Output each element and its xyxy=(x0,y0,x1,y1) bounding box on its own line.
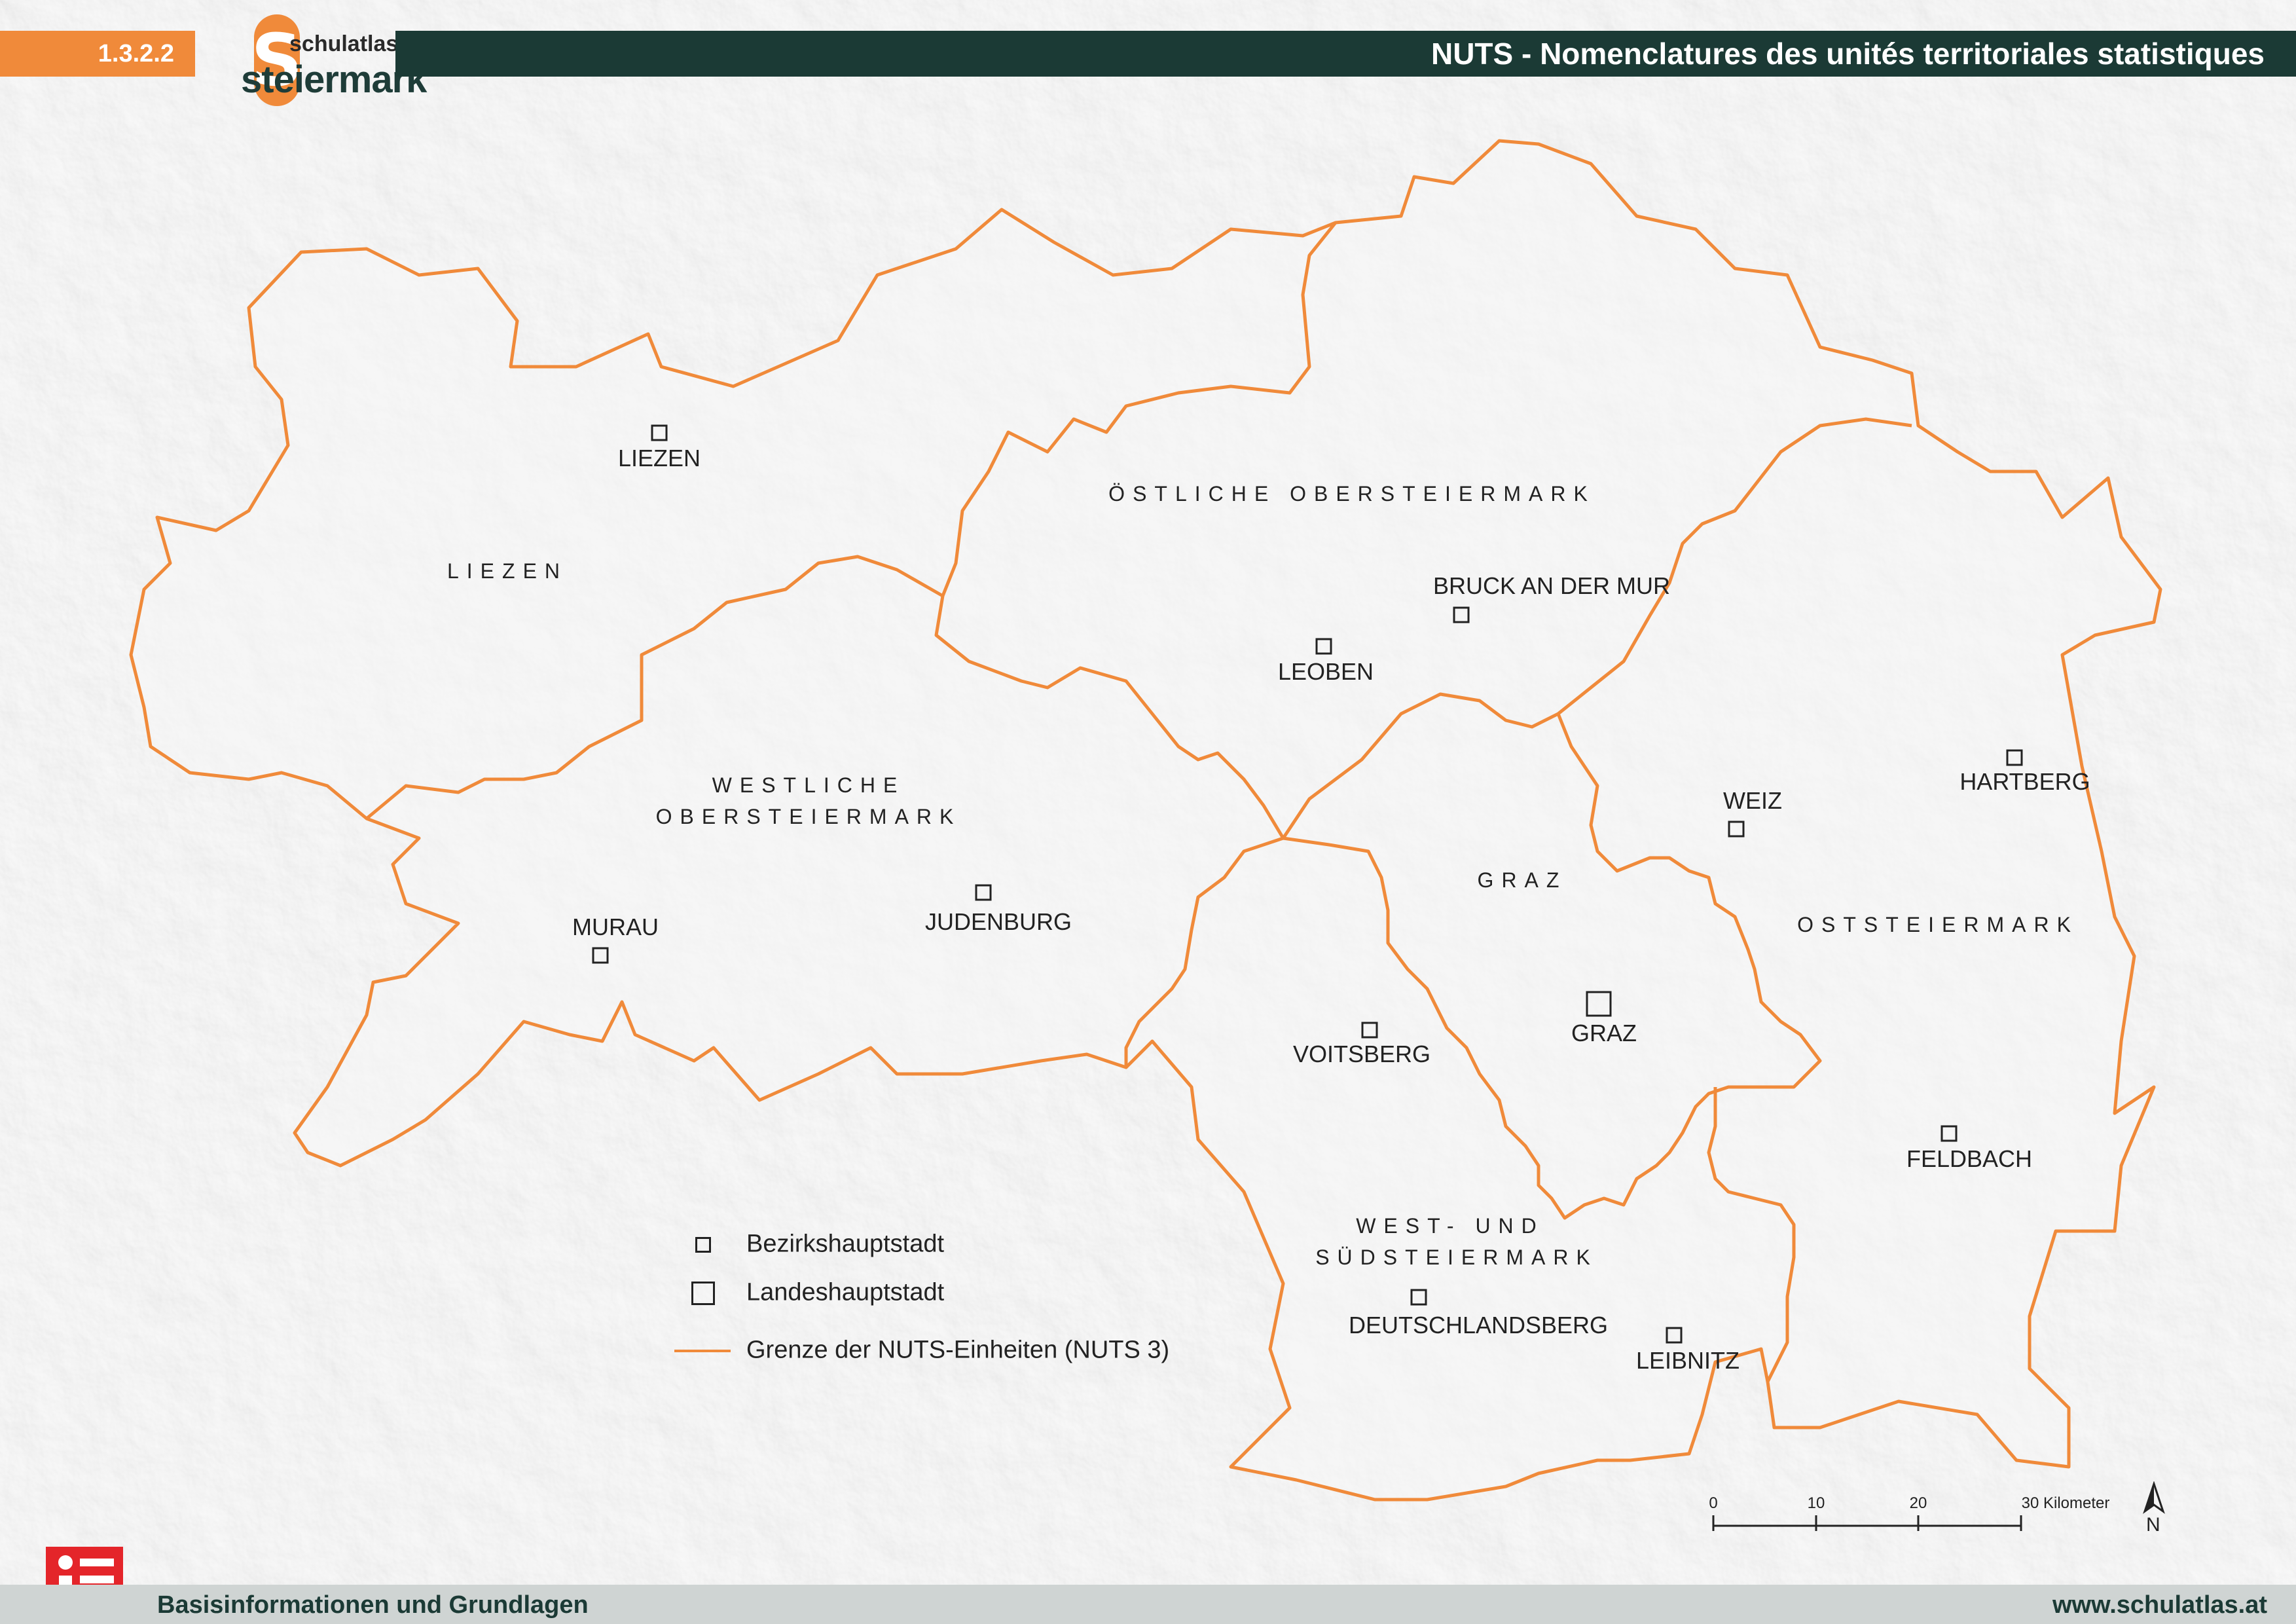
legend-row-border: Grenze der NUTS-Einheiten (NUTS 3) xyxy=(674,1336,1169,1364)
legend-district-label: Bezirkshauptstadt xyxy=(746,1230,945,1257)
schulatlas-logo: S schulatlas steiermark xyxy=(241,14,427,106)
legend-capital-icon xyxy=(691,1281,715,1305)
legend-border-line-icon xyxy=(674,1349,731,1352)
region-label-liezen: LIEZEN xyxy=(447,559,568,583)
city-label-judenburg: JUDENBURG xyxy=(925,908,1072,935)
city-label-deutschlandsberg: DEUTSCHLANDSBERG xyxy=(1349,1312,1608,1338)
region-label-west-und: WEST- UND xyxy=(1356,1214,1544,1238)
logo-text-top: schulatlas xyxy=(289,31,399,56)
page-title-text: NUTS - Nomenclatures des unités territor… xyxy=(1430,37,2265,71)
city-label-leoben: LEOBEN xyxy=(1278,658,1374,685)
region-label-oestliche-obersteiermark: ÖSTLICHE OBERSTEIERMARK xyxy=(1108,482,1595,506)
city-label-leibnitz: LEIBNITZ xyxy=(1636,1347,1740,1374)
footer-category: Basisinformationen und Grundlagen xyxy=(157,1591,589,1619)
city-label-bruck: BRUCK AN DER MUR xyxy=(1433,572,1670,599)
scale-tick-20: 20 xyxy=(1910,1494,1927,1512)
page-title: NUTS - Nomenclatures des unités territor… xyxy=(395,31,2296,77)
city-label-graz: GRAZ xyxy=(1571,1020,1637,1046)
map: LIEZEN ÖSTLICHE OBERSTEIERMARK WESTLICHE… xyxy=(0,0,2296,1624)
region-label-westliche: WESTLICHE xyxy=(712,773,905,797)
north-arrow: N xyxy=(2141,1481,2167,1536)
north-arrow-icon xyxy=(2143,1481,2165,1514)
region-label-suedsteiermark: SÜDSTEIERMARK xyxy=(1315,1246,1598,1269)
city-label-voitsberg: VOITSBERG xyxy=(1293,1041,1430,1067)
scale-tick-30: 30 Kilometer xyxy=(2022,1494,2110,1512)
region-label-graz: GRAZ xyxy=(1478,868,1567,892)
city-label-hartberg: HARTBERG xyxy=(1959,768,2090,795)
city-label-feldbach: FELDBACH xyxy=(1906,1145,2032,1172)
legend-row-capital: Landeshauptstadt xyxy=(674,1278,944,1306)
city-label-murau: MURAU xyxy=(572,913,659,940)
scale-tick-0: 0 xyxy=(1709,1494,1717,1512)
footer-website-link[interactable]: www.schulatlas.at xyxy=(2052,1591,2267,1619)
legend-border-label: Grenze der NUTS-Einheiten (NUTS 3) xyxy=(746,1336,1170,1363)
north-label: N xyxy=(2146,1514,2160,1536)
legend-row-district: Bezirkshauptstadt xyxy=(674,1230,944,1258)
region-label-oststeiermark: OSTSTEIERMARK xyxy=(1797,913,2079,936)
legend-district-icon xyxy=(695,1236,711,1253)
city-label-weiz: WEIZ xyxy=(1723,787,1782,814)
footer: Basisinformationen und Grundlagen www.sc… xyxy=(0,1585,2296,1624)
city-label-liezen: LIEZEN xyxy=(618,445,701,471)
legend-capital-label: Landeshauptstadt xyxy=(746,1278,945,1306)
map-code: 1.3.2.2 xyxy=(0,31,195,77)
scale-tick-10: 10 xyxy=(1808,1494,1825,1512)
region-label-obersteiermark: OBERSTEIERMARK xyxy=(656,805,962,828)
